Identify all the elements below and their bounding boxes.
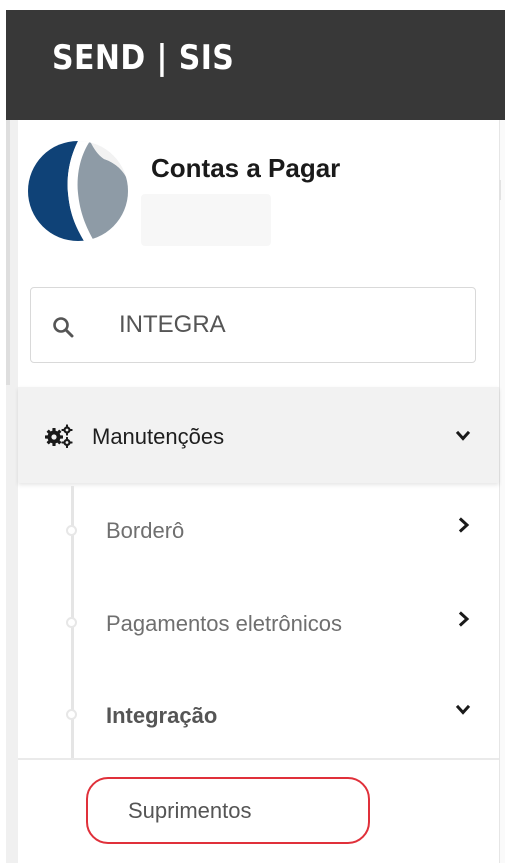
search-input[interactable] — [30, 287, 476, 363]
gears-icon — [45, 424, 73, 448]
chevron-right-icon — [458, 517, 470, 533]
menu-group-manutencoes[interactable] — [18, 387, 499, 483]
brand-title: SEND | SIS — [52, 38, 235, 78]
tree-node-dot — [66, 525, 77, 536]
company-logo-icon — [28, 141, 128, 241]
chevron-down-icon — [455, 704, 471, 715]
search-input-value: INTEGRA — [119, 311, 226, 338]
tree-node-dot — [66, 709, 77, 720]
chevron-down-icon — [455, 430, 471, 441]
app-title: Contas a Pagar — [151, 153, 341, 183]
search-icon — [53, 317, 74, 338]
scrollbar-track — [6, 120, 10, 385]
tree-node-dot — [66, 617, 77, 628]
content-edge-marker — [499, 180, 501, 200]
menu-item-label: Pagamentos eletrônicos — [106, 611, 343, 636]
content-edge — [500, 120, 505, 863]
menu-item-label: Integração — [106, 703, 218, 728]
menu-item-label: Borderô — [106, 518, 185, 543]
user-subtitle-redacted — [141, 194, 271, 246]
menu-group-label: Manutenções — [92, 424, 225, 449]
menu-item-suprimentos[interactable]: Suprimentos — [128, 798, 252, 824]
chevron-right-icon — [458, 611, 470, 627]
menu-divider — [18, 758, 499, 760]
